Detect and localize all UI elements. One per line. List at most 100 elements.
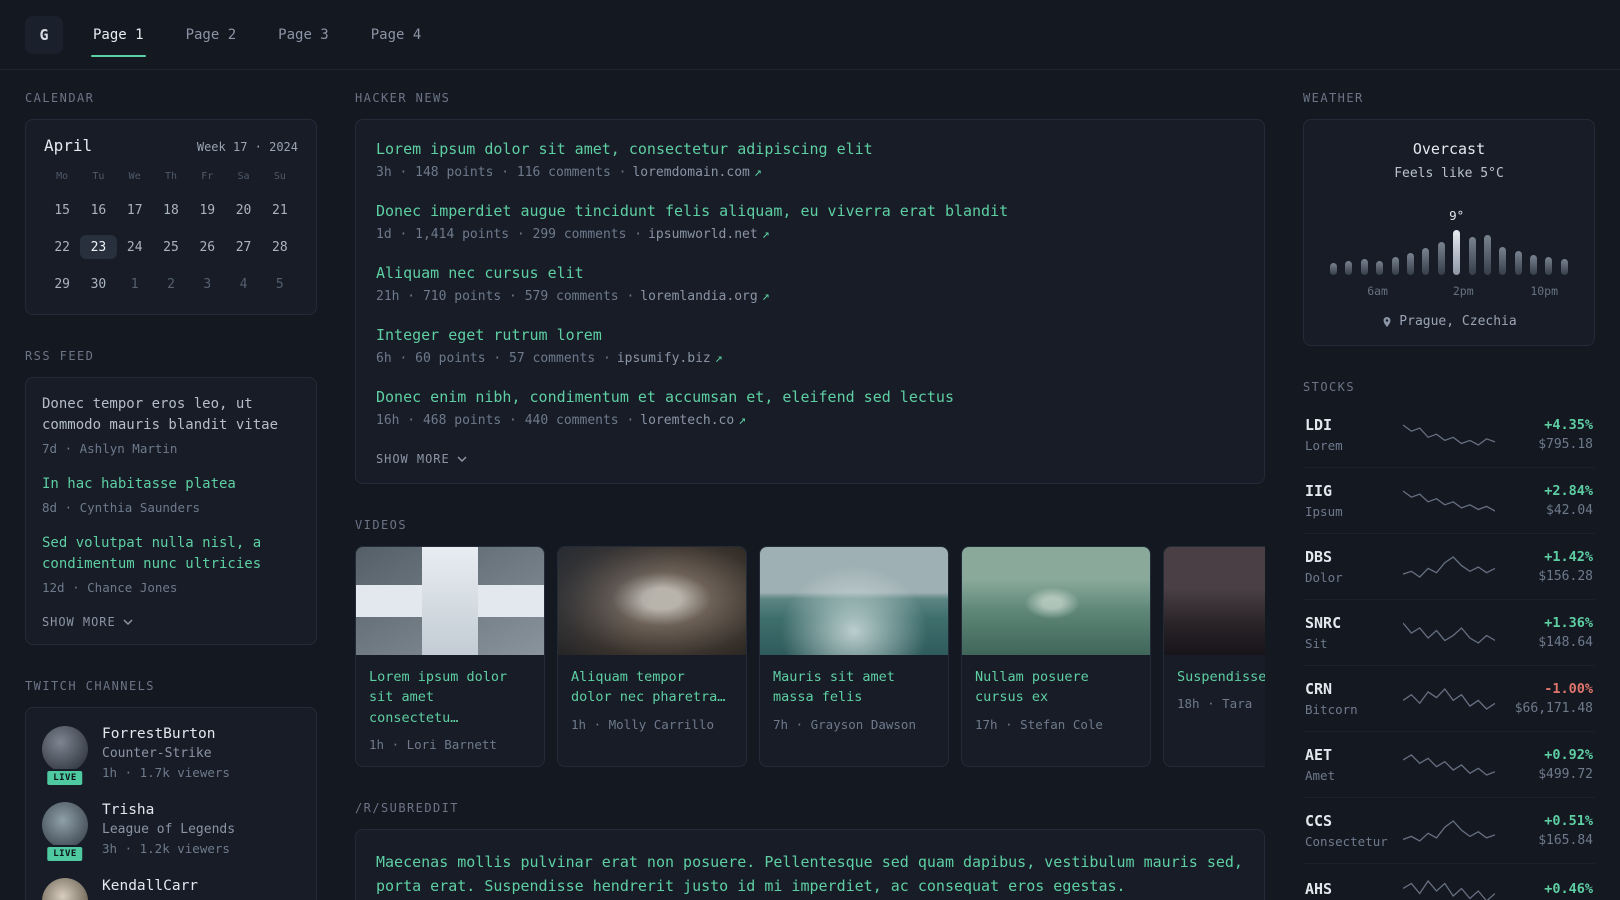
hn-domain-link[interactable]: loremdomain.com: [632, 165, 749, 180]
video-thumbnail: [1164, 547, 1265, 655]
stock-row[interactable]: SNRC Sit +1.36% $148.64: [1303, 599, 1595, 665]
right-column: WEATHER Overcast Feels like 5°C 9° 6am 2p…: [1303, 91, 1595, 900]
stock-symbol: LDI: [1305, 416, 1333, 434]
subreddit-post-title[interactable]: Maecenas mollis pulvinar erat non posuer…: [376, 850, 1244, 898]
hn-item: Aliquam nec cursus elit 21h · 710 points…: [376, 264, 1244, 304]
hn-domain-link[interactable]: ipsumworld.net: [648, 227, 758, 242]
rss-item: In hac habitasse platea 8d · Cynthia Sau…: [42, 474, 300, 515]
twitch-channel[interactable]: LIVE KendallCarr: [42, 878, 300, 900]
stock-sparkline: [1403, 622, 1495, 644]
hn-show-more-button[interactable]: SHOW MORE: [376, 452, 467, 466]
calendar-day-header: We: [128, 171, 141, 182]
location-pin-icon: [1383, 316, 1391, 327]
weather-bar: [1545, 257, 1553, 275]
weather-chart: 9°: [1330, 208, 1568, 275]
stock-row[interactable]: CCS Consectetur +0.51% $165.84: [1303, 797, 1595, 863]
stock-row[interactable]: AET Amet +0.92% $499.72: [1303, 731, 1595, 797]
stock-symbol: CRN: [1305, 680, 1333, 698]
stock-change: +1.42%: [1544, 549, 1593, 565]
videos-section: VIDEOS Lorem ipsum dolor sit amet consec…: [355, 518, 1265, 767]
stock-row[interactable]: DBS Dolor +1.42% $156.28: [1303, 533, 1595, 599]
hn-item: Donec imperdiet augue tincidunt felis al…: [376, 202, 1244, 242]
stock-sparkline: [1403, 489, 1495, 512]
twitch-channel[interactable]: LIVE ForrestBurton Counter-Strike 1h · 1…: [42, 726, 300, 787]
weather-hours: 6am 2pm 10pm: [1330, 284, 1568, 300]
weather-bar: [1345, 261, 1353, 275]
twitch-header: TWITCH CHANNELS: [25, 679, 155, 693]
rss-show-more-button[interactable]: SHOW MORE: [42, 615, 133, 629]
stock-name: Bitcorn: [1305, 702, 1358, 717]
calendar-section: CALENDAR April Week 17 · 2024 Mo Tu We Th Fr…: [25, 91, 317, 315]
weather-bar: [1437, 242, 1445, 275]
external-link-icon: ↗: [714, 351, 723, 366]
calendar-day-headers: Mo Tu We Th Fr Sa Su: [44, 171, 298, 182]
video-card[interactable]: Mauris sit amet massa felis 7h · Grayson…: [759, 546, 949, 767]
hn-item: Integer eget rutrum lorem 6h · 60 points…: [376, 326, 1244, 366]
weather-bar: [1560, 259, 1568, 275]
video-meta: 17h · Stefan Cole: [975, 716, 1103, 732]
channel-meta: 1h · 1.7k viewers: [102, 765, 230, 780]
hn-item-title[interactable]: Integer eget rutrum lorem: [376, 326, 1244, 344]
app-logo[interactable]: G: [25, 15, 63, 54]
left-column: CALENDAR April Week 17 · 2024 Mo Tu We Th Fr…: [25, 91, 317, 900]
chevron-down-icon: [123, 619, 133, 625]
calendar-day: 18: [163, 202, 179, 218]
channel-meta: 3h · 1.2k viewers: [102, 841, 230, 856]
stock-change: +0.51%: [1544, 813, 1593, 829]
hn-item: Lorem ipsum dolor sit amet, consectetur …: [376, 140, 1244, 180]
hn-item-title[interactable]: Donec imperdiet augue tincidunt felis al…: [376, 202, 1244, 220]
video-thumbnail: [760, 547, 948, 655]
hackernews-list: Lorem ipsum dolor sit amet, consectetur …: [376, 140, 1244, 428]
hn-domain-link[interactable]: loremlandia.org: [640, 289, 757, 304]
calendar-day: 4: [239, 276, 248, 292]
hn-item-title[interactable]: Donec enim nibh, condimentum et accumsan…: [376, 388, 1244, 406]
hn-item-title[interactable]: Aliquam nec cursus elit: [376, 264, 1244, 282]
stocks-header: STOCKS: [1303, 380, 1355, 394]
calendar-day: 21: [272, 202, 288, 218]
stocks-list: LDI Lorem +4.35% $795.18 IIG Ipsum +2.84…: [1303, 408, 1595, 900]
stock-price: $148.64: [1538, 635, 1593, 650]
stock-row[interactable]: CRN Bitcorn -1.00% $66,171.48: [1303, 665, 1595, 731]
stock-row[interactable]: AHS +0.46%: [1303, 863, 1595, 900]
center-column: HACKER NEWS Lorem ipsum dolor sit amet, …: [355, 91, 1265, 900]
channel-game: League of Legends: [102, 822, 236, 837]
channel-game: Counter-Strike: [102, 746, 212, 761]
stock-name: Sit: [1305, 636, 1328, 651]
weather-bar: [1483, 235, 1491, 275]
hn-item-meta: 3h · 148 points · 116 comments · loremdom…: [376, 165, 1244, 180]
page-tab[interactable]: Page 3: [276, 0, 331, 69]
twitch-channel[interactable]: LIVE Trisha League of Legends 3h · 1.2k …: [42, 802, 300, 863]
page-tab[interactable]: Page 1: [91, 0, 146, 69]
video-card[interactable]: Lorem ipsum dolor sit amet consectetu… 1…: [355, 546, 545, 767]
video-card[interactable]: Aliquam tempor dolor nec pharetra… 1h · …: [557, 546, 747, 767]
video-card[interactable]: Nullam posuere cursus ex 17h · Stefan Co…: [961, 546, 1151, 767]
calendar-day: 22: [54, 239, 70, 255]
hn-item-meta: 1d · 1,414 points · 299 comments · ipsumw…: [376, 227, 1244, 242]
page-tab[interactable]: Page 2: [184, 0, 239, 69]
rss-item-meta: 7d · Ashlyn Martin: [42, 441, 178, 456]
weather-header: WEATHER: [1303, 91, 1364, 105]
rss-item-title[interactable]: In hac habitasse platea: [42, 474, 300, 495]
rss-item-title[interactable]: Donec tempor eros leo, ut commodo mauris…: [42, 394, 300, 436]
rss-item-title[interactable]: Sed volutpat nulla nisl, a condimentum n…: [42, 533, 300, 575]
calendar-day: 3: [203, 276, 212, 292]
stock-name: Ipsum: [1305, 504, 1343, 519]
hn-item-title[interactable]: Lorem ipsum dolor sit amet, consectetur …: [376, 140, 1244, 158]
stock-row[interactable]: LDI Lorem +4.35% $795.18: [1303, 408, 1595, 467]
calendar-day: 19: [199, 202, 216, 218]
subreddit-card: Maecenas mollis pulvinar erat non posuer…: [355, 828, 1265, 900]
page-tab[interactable]: Page 4: [369, 0, 424, 69]
calendar-day: 23: [80, 235, 117, 259]
video-card[interactable]: Suspendisse diam 18h · Tara: [1163, 546, 1265, 767]
calendar-day: 28: [272, 239, 288, 255]
calendar-header: CALENDAR: [25, 91, 95, 105]
stock-row[interactable]: IIG Ipsum +2.84% $42.04: [1303, 467, 1595, 533]
hn-domain-link[interactable]: loremtech.co: [640, 413, 734, 428]
live-badge: LIVE: [45, 845, 85, 863]
hn-domain-link[interactable]: ipsumify.biz: [617, 351, 711, 366]
video-meta: 18h · Tara: [1177, 696, 1253, 712]
page-tabs: Page 1 Page 2 Page 3 Page 4: [91, 0, 461, 69]
hn-item-meta: 21h · 710 points · 579 comments · loremla…: [376, 289, 1244, 304]
rss-item-meta: 12d · Chance Jones: [42, 580, 178, 595]
top-bar: G Page 1 Page 2 Page 3 Page 4: [0, 0, 1620, 70]
